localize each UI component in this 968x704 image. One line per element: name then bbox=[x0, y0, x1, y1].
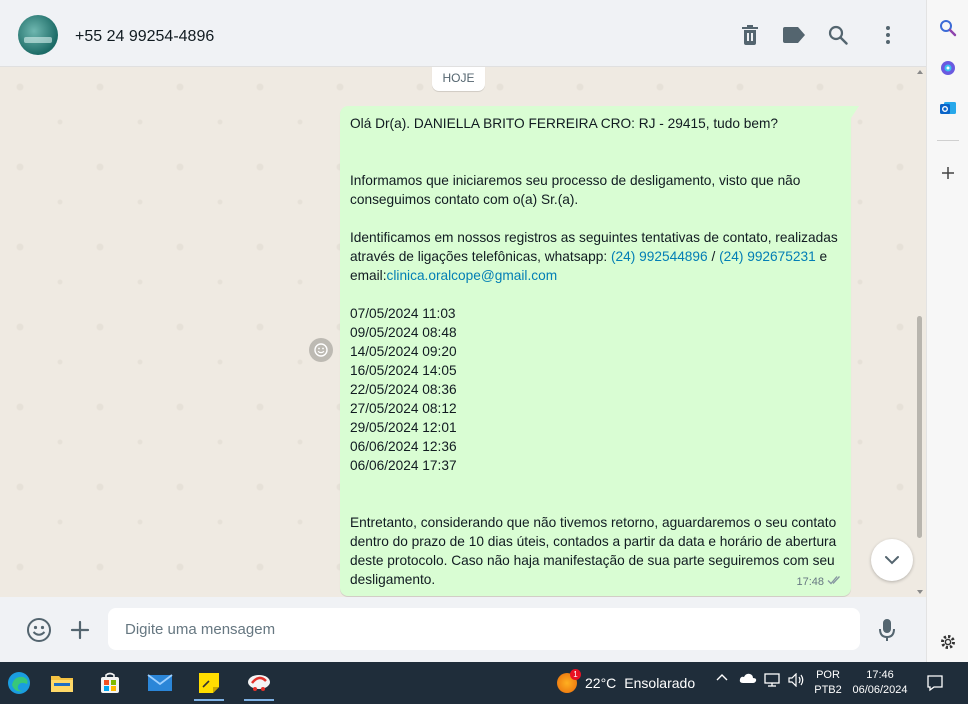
email-link[interactable]: clinica.oralcope@gmail.com bbox=[387, 268, 558, 283]
emoji-icon[interactable] bbox=[26, 617, 52, 643]
tray-volume-icon[interactable] bbox=[788, 673, 806, 687]
message-paragraph-2: Identificamos em nossos registros as seg… bbox=[350, 228, 841, 304]
contact-avatar[interactable] bbox=[18, 15, 58, 55]
attempt-item: 16/05/2024 14:05 bbox=[350, 363, 457, 378]
whatsapp-web-window: +55 24 99254-4896 HOJE Olá Dr(a). DANIEL… bbox=[0, 0, 926, 662]
search-icon[interactable] bbox=[826, 23, 850, 47]
scroll-down-arrow-icon[interactable] bbox=[917, 590, 923, 594]
taskbar-file-explorer-icon[interactable] bbox=[43, 665, 81, 701]
message-meta: 17:48 bbox=[796, 573, 843, 592]
notifications-icon[interactable] bbox=[926, 674, 944, 692]
delete-icon[interactable] bbox=[738, 23, 762, 47]
phone-separator: / bbox=[707, 249, 720, 264]
date-chip: HOJE bbox=[432, 67, 485, 91]
taskbar-store-icon[interactable] bbox=[91, 665, 129, 701]
weather-widget[interactable]: 1 22°C Ensolarado bbox=[557, 669, 696, 694]
attempt-item: 29/05/2024 12:01 bbox=[350, 420, 457, 435]
message-input[interactable] bbox=[108, 608, 860, 650]
chat-messages-area[interactable]: HOJE Olá Dr(a). DANIELLA BRITO FERREIRA … bbox=[0, 67, 926, 597]
taskbar-edge-icon[interactable] bbox=[0, 665, 38, 701]
attach-plus-icon[interactable] bbox=[67, 617, 93, 643]
chat-header[interactable]: +55 24 99254-4896 bbox=[0, 4, 926, 67]
phone-link-1[interactable]: (24) 992544896 bbox=[611, 249, 708, 264]
weather-text: Ensolarado bbox=[624, 675, 696, 691]
copilot-icon[interactable] bbox=[937, 57, 959, 79]
tray-chevron-up-icon[interactable] bbox=[716, 673, 728, 681]
scrollbar-thumb[interactable] bbox=[917, 316, 922, 538]
clock-date: 06/06/2024 bbox=[852, 684, 908, 696]
attempt-item: 22/05/2024 08:36 bbox=[350, 382, 457, 397]
tray-onedrive-cloud-icon[interactable] bbox=[739, 673, 757, 684]
scroll-to-bottom-button[interactable] bbox=[871, 539, 913, 581]
message-greeting: Olá Dr(a). DANIELLA BRITO FERREIRA CRO: … bbox=[350, 116, 779, 131]
weather-alert-badge: 1 bbox=[570, 669, 581, 680]
keyboard-layout: PTB2 bbox=[814, 684, 842, 696]
microphone-icon[interactable] bbox=[874, 617, 900, 643]
outlook-icon[interactable] bbox=[937, 97, 959, 119]
attempt-item: 07/05/2024 11:03 bbox=[350, 306, 456, 321]
windows-taskbar: 1 22°C Ensolarado POR PTB2 17:46 06/06/2… bbox=[0, 662, 968, 704]
attempt-item: 27/05/2024 08:12 bbox=[350, 401, 457, 416]
message-composer bbox=[0, 597, 926, 662]
taskbar-app-icon[interactable] bbox=[240, 665, 278, 701]
tray-network-icon[interactable] bbox=[764, 673, 782, 687]
search-sparkle-icon[interactable] bbox=[937, 17, 959, 39]
browser-edge-sidebar bbox=[926, 0, 968, 662]
chat-scrollbar[interactable] bbox=[914, 67, 926, 597]
label-icon[interactable] bbox=[782, 23, 806, 47]
taskbar-sticky-notes-icon[interactable] bbox=[190, 665, 228, 701]
clock-time: 17:46 bbox=[866, 669, 894, 681]
attempt-item: 06/06/2024 12:36 bbox=[350, 439, 457, 454]
read-receipt-icon bbox=[827, 573, 843, 592]
input-language-indicator[interactable]: POR PTB2 bbox=[813, 668, 843, 698]
contact-name[interactable]: +55 24 99254-4896 bbox=[75, 28, 214, 46]
weather-temperature: 22°C bbox=[585, 675, 617, 691]
attempt-item: 14/05/2024 09:20 bbox=[350, 344, 457, 359]
contact-attempts-list: 07/05/2024 11:03 09/05/2024 08:48 14/05/… bbox=[350, 304, 841, 513]
phone-link-2[interactable]: (24) 992675231 bbox=[719, 249, 816, 264]
more-vertical-icon[interactable] bbox=[876, 23, 900, 47]
attempt-item: 09/05/2024 08:48 bbox=[350, 325, 457, 340]
outgoing-message-bubble[interactable]: Olá Dr(a). DANIELLA BRITO FERREIRA CRO: … bbox=[340, 106, 859, 596]
chevron-down-icon bbox=[885, 556, 899, 565]
message-time: 17:48 bbox=[796, 576, 824, 588]
add-sidebar-app-icon[interactable] bbox=[937, 162, 959, 184]
emoji-react-icon[interactable] bbox=[309, 338, 333, 362]
sidebar-divider bbox=[937, 140, 959, 141]
settings-gear-icon[interactable] bbox=[937, 631, 959, 653]
message-paragraph-1: Informamos que iniciaremos seu processo … bbox=[350, 173, 801, 207]
system-clock[interactable]: 17:46 06/06/2024 bbox=[846, 668, 914, 698]
message-paragraph-3: Entretanto, considerando que não tivemos… bbox=[350, 515, 837, 587]
sun-icon: 1 bbox=[557, 669, 581, 693]
attempt-item: 06/06/2024 17:37 bbox=[350, 458, 457, 473]
taskbar-mail-icon[interactable] bbox=[141, 665, 179, 701]
scroll-up-arrow-icon[interactable] bbox=[917, 70, 923, 74]
language-code: POR bbox=[816, 669, 840, 681]
